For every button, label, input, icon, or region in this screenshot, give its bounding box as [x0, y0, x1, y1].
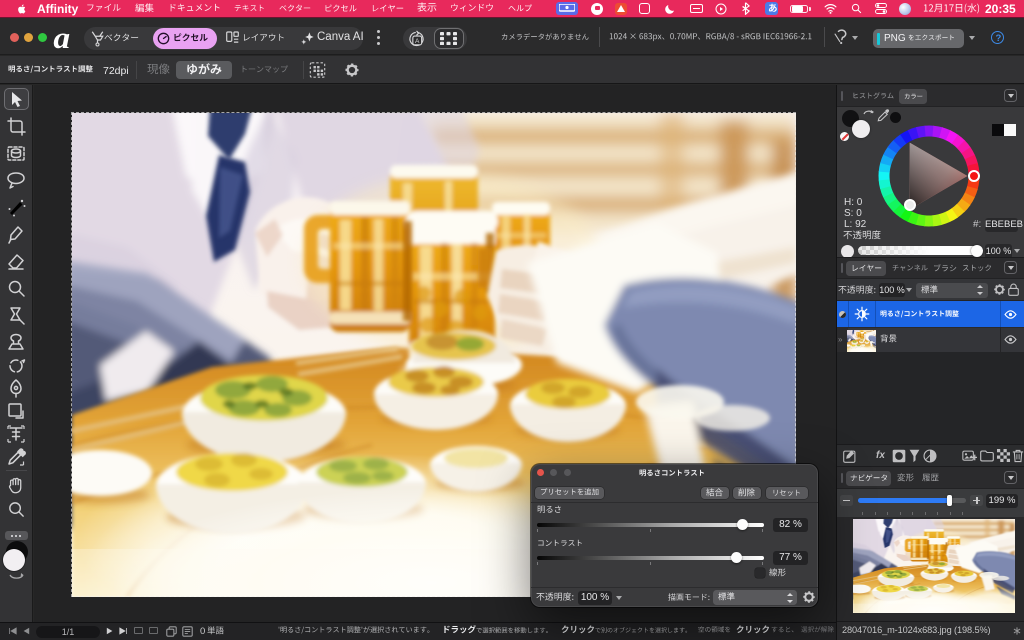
svg-text:A: A: [415, 38, 420, 45]
